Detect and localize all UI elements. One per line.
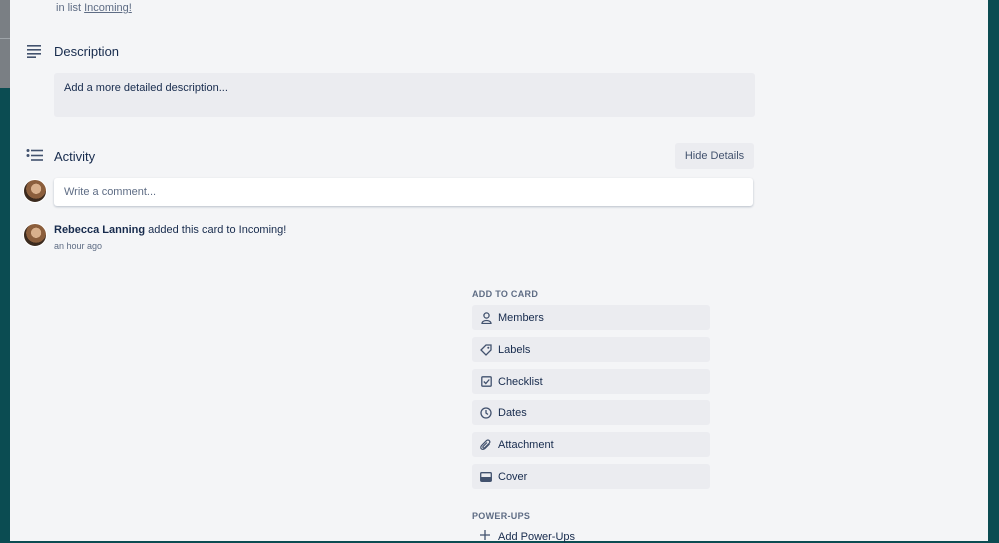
cover-button[interactable]: Cover bbox=[472, 464, 710, 489]
activity-title: Activity bbox=[54, 149, 96, 164]
card-detail-modal: in list Incoming! Description Add a more… bbox=[10, 0, 988, 543]
checkbox-icon bbox=[480, 376, 492, 388]
members-label: Members bbox=[498, 311, 544, 324]
list-link[interactable]: Incoming! bbox=[84, 2, 132, 14]
description-placeholder: Add a more detailed description... bbox=[64, 82, 228, 94]
cover-icon bbox=[480, 471, 492, 483]
attachment-label: Attachment bbox=[498, 438, 554, 451]
checklist-label: Checklist bbox=[498, 375, 543, 388]
hide-details-button[interactable]: Hide Details bbox=[675, 143, 754, 169]
activity-user-name[interactable]: Rebecca Lanning bbox=[54, 224, 145, 236]
add-to-card-heading: ADD TO CARD bbox=[472, 289, 539, 299]
description-icon bbox=[27, 45, 41, 58]
add-power-ups-button[interactable]: Add Power-Ups bbox=[472, 530, 575, 543]
tag-icon bbox=[480, 343, 492, 356]
board-background-strip bbox=[0, 0, 10, 541]
board-list-edge bbox=[0, 0, 10, 88]
activity-icon bbox=[26, 149, 43, 161]
checklist-button[interactable]: Checklist bbox=[472, 369, 710, 394]
in-list-prefix: in list bbox=[56, 2, 82, 14]
activity-entry: Rebecca Lanning added this card to Incom… bbox=[54, 224, 286, 236]
description-editor[interactable]: Add a more detailed description... bbox=[54, 73, 755, 117]
description-title: Description bbox=[54, 44, 120, 59]
plus-icon bbox=[480, 530, 492, 543]
labels-label: Labels bbox=[498, 343, 531, 356]
cover-label: Cover bbox=[498, 470, 528, 483]
activity-timestamp[interactable]: an hour ago bbox=[54, 241, 102, 251]
paperclip-icon bbox=[480, 438, 492, 451]
current-user-avatar[interactable] bbox=[23, 179, 47, 203]
clock-icon bbox=[480, 406, 492, 419]
board-divider bbox=[0, 38, 10, 39]
dates-button[interactable]: Dates bbox=[472, 400, 710, 425]
power-ups-heading: POWER-UPS bbox=[472, 511, 531, 521]
activity-action-text: added this card to Incoming! bbox=[148, 224, 287, 236]
dates-label: Dates bbox=[498, 406, 527, 419]
activity-user-avatar[interactable] bbox=[23, 223, 47, 247]
comment-input[interactable]: Write a comment... bbox=[54, 178, 753, 206]
person-icon bbox=[480, 311, 492, 324]
members-button[interactable]: Members bbox=[472, 305, 710, 330]
card-list-location: in list Incoming! bbox=[56, 2, 132, 14]
comment-placeholder: Write a comment... bbox=[64, 186, 157, 198]
attachment-button[interactable]: Attachment bbox=[472, 432, 710, 457]
labels-button[interactable]: Labels bbox=[472, 337, 710, 362]
